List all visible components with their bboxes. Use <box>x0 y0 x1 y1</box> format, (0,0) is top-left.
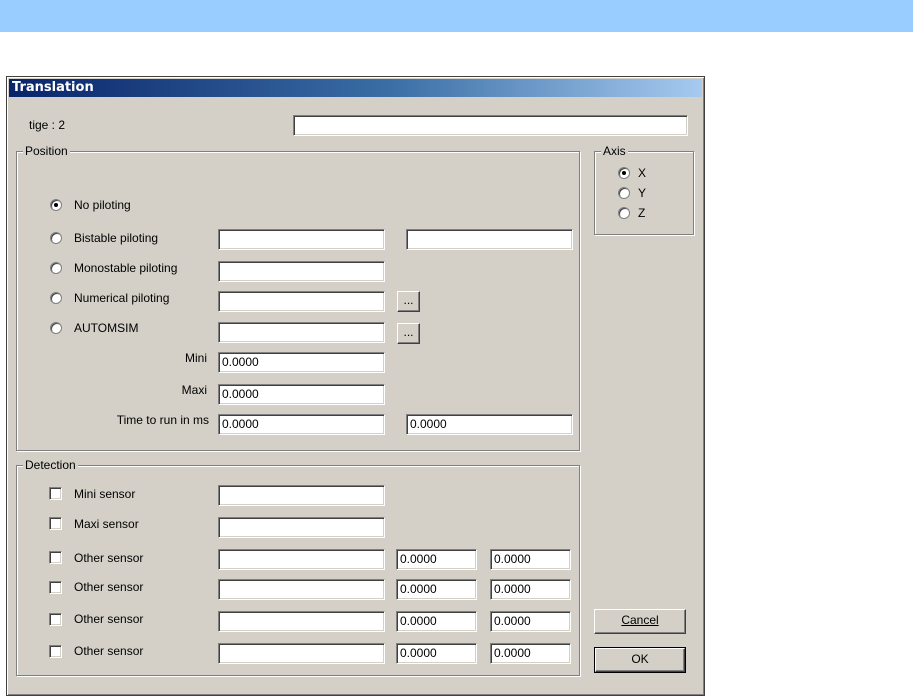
time-to-run-label: Time to run in ms <box>116 413 209 427</box>
monostable-field[interactable] <box>218 261 385 282</box>
maxi-field[interactable]: 0.0000 <box>218 384 385 405</box>
automsim-browse-button[interactable]: ... <box>397 323 420 344</box>
other-sensor-label: Other sensor <box>74 612 144 626</box>
other-sensor-value-1[interactable]: 0.0000 <box>396 611 477 632</box>
mini-sensor-field[interactable] <box>218 485 385 506</box>
detection-legend: Detection <box>23 458 78 472</box>
maxi-sensor-label: Maxi sensor <box>74 517 139 531</box>
radio-numerical-piloting[interactable] <box>50 292 62 304</box>
bistable-piloting-label: Bistable piloting <box>74 231 159 245</box>
mini-sensor-checkbox[interactable] <box>49 487 62 500</box>
other-sensor-value-2[interactable]: 0.0000 <box>490 643 571 664</box>
translation-dialog: Translation tige : 2 Position No pilotin… <box>6 76 705 696</box>
tige-field[interactable] <box>293 115 688 136</box>
maxi-sensor-field[interactable] <box>218 517 385 538</box>
other-sensor-checkbox[interactable] <box>49 551 62 564</box>
axis-y-label: Y <box>638 186 647 200</box>
other-sensor-checkbox[interactable] <box>49 581 62 594</box>
maxi-label: Maxi <box>181 383 207 397</box>
cancel-button[interactable]: Cancel <box>594 609 686 634</box>
radio-no-piloting[interactable] <box>50 199 62 211</box>
other-sensor-value-1[interactable]: 0.0000 <box>396 549 477 570</box>
top-banner <box>0 0 913 32</box>
numerical-browse-button[interactable]: ... <box>397 291 420 312</box>
numerical-field[interactable] <box>218 291 385 312</box>
other-sensor-label: Other sensor <box>74 551 144 565</box>
radio-axis-x[interactable] <box>618 167 630 179</box>
other-sensor-value-2[interactable]: 0.0000 <box>490 579 571 600</box>
automsim-label: AUTOMSIM <box>74 321 139 335</box>
other-sensor-value-1[interactable]: 0.0000 <box>396 579 477 600</box>
other-sensor-name-field[interactable] <box>218 579 385 600</box>
ok-button[interactable]: OK <box>594 647 686 673</box>
tige-label: tige : 2 <box>29 118 66 132</box>
other-sensor-value-2[interactable]: 0.0000 <box>490 611 571 632</box>
cancel-button-label: Cancel <box>621 613 659 627</box>
monostable-piloting-label: Monostable piloting <box>74 261 178 275</box>
other-sensor-checkbox[interactable] <box>49 613 62 626</box>
mini-sensor-label: Mini sensor <box>74 487 136 501</box>
maxi-sensor-checkbox[interactable] <box>49 517 62 530</box>
radio-axis-y[interactable] <box>618 187 630 199</box>
radio-monostable-piloting[interactable] <box>50 262 62 274</box>
mini-label: Mini <box>184 351 207 365</box>
position-legend: Position <box>23 144 70 158</box>
other-sensor-name-field[interactable] <box>218 611 385 632</box>
time-field-2[interactable]: 0.0000 <box>406 414 573 435</box>
numerical-piloting-label: Numerical piloting <box>74 291 170 305</box>
other-sensor-checkbox[interactable] <box>49 645 62 658</box>
time-field-1[interactable]: 0.0000 <box>218 414 385 435</box>
other-sensor-label: Other sensor <box>74 644 144 658</box>
dialog-title: Translation <box>9 79 702 97</box>
other-sensor-name-field[interactable] <box>218 643 385 664</box>
radio-bistable-piloting[interactable] <box>50 232 62 244</box>
other-sensor-label: Other sensor <box>74 580 144 594</box>
axis-legend: Axis <box>601 144 628 158</box>
bistable-field-1[interactable] <box>218 229 385 250</box>
axis-x-label: X <box>638 166 647 180</box>
bistable-field-2[interactable] <box>406 229 573 250</box>
radio-automsim[interactable] <box>50 322 62 334</box>
no-piloting-label: No piloting <box>74 198 131 212</box>
axis-z-label: Z <box>638 206 646 220</box>
other-sensor-value-2[interactable]: 0.0000 <box>490 549 571 570</box>
radio-axis-z[interactable] <box>618 207 630 219</box>
ok-button-label: OK <box>631 652 649 666</box>
mini-field[interactable]: 0.0000 <box>218 352 385 373</box>
other-sensor-value-1[interactable]: 0.0000 <box>396 643 477 664</box>
automsim-field[interactable] <box>218 322 385 343</box>
other-sensor-name-field[interactable] <box>218 549 385 570</box>
